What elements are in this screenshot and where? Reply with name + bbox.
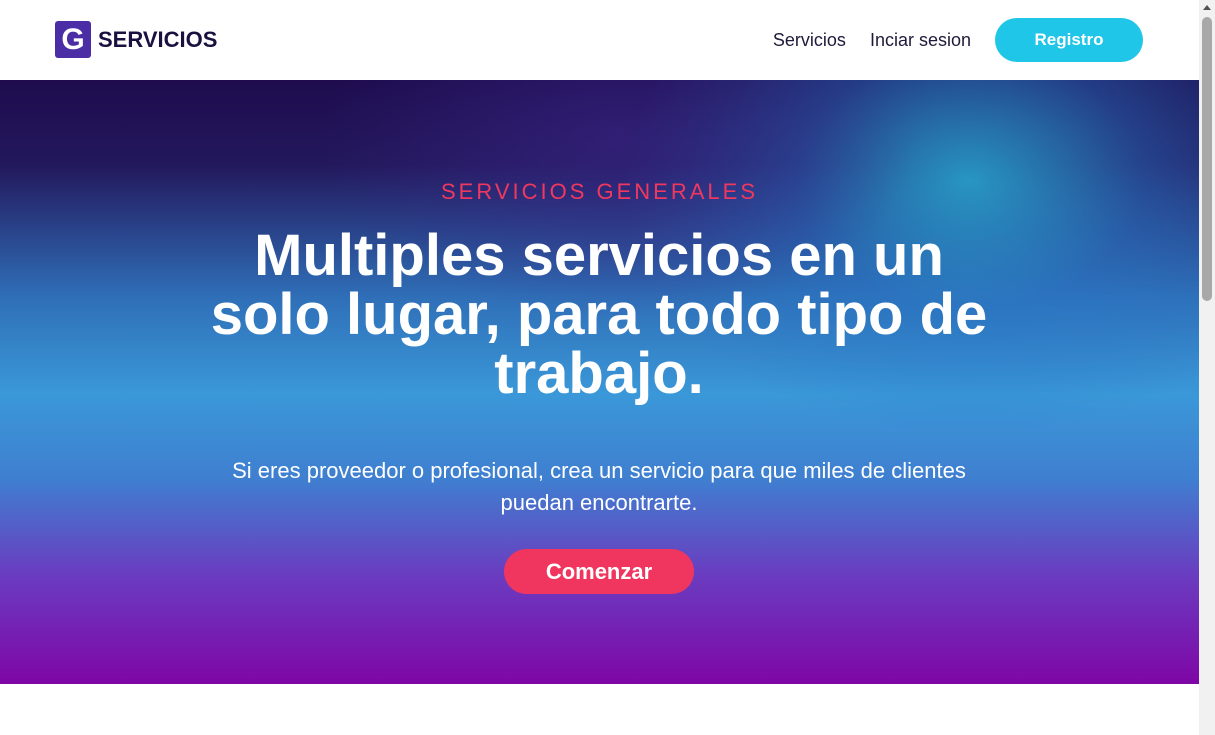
nav-link-iniciar-sesion[interactable]: Inciar sesion — [870, 30, 971, 51]
navbar: G SERVICIOS Servicios Inciar sesion Regi… — [0, 0, 1199, 80]
hero-subtitle: Si eres proveedor o profesional, crea un… — [232, 458, 966, 515]
hero-eyebrow: SERVICIOS GENERALES — [440, 179, 758, 204]
brand-link[interactable]: G SERVICIOS — [55, 21, 217, 58]
scrollbar-thumb[interactable] — [1202, 17, 1212, 301]
register-button[interactable]: Registro — [995, 18, 1143, 62]
vertical-scrollbar[interactable] — [1199, 0, 1215, 735]
scroll-up-arrow-icon[interactable] — [1203, 5, 1211, 10]
nav-links: Servicios Inciar sesion Registro — [773, 18, 1143, 62]
hero-title: Multiples servicios en un solo lugar, pa… — [210, 223, 988, 406]
brand-name: SERVICIOS — [98, 26, 218, 52]
nav-link-servicios[interactable]: Servicios — [773, 30, 846, 51]
hero-section: SERVICIOS GENERALES Multiples servicios … — [0, 80, 1199, 684]
page-content: G SERVICIOS Servicios Inciar sesion Regi… — [0, 0, 1199, 735]
brand-logo: G — [55, 21, 91, 58]
page: G SERVICIOS Servicios Inciar sesion Regi… — [0, 0, 1215, 735]
get-started-button[interactable]: Comenzar — [504, 549, 694, 594]
